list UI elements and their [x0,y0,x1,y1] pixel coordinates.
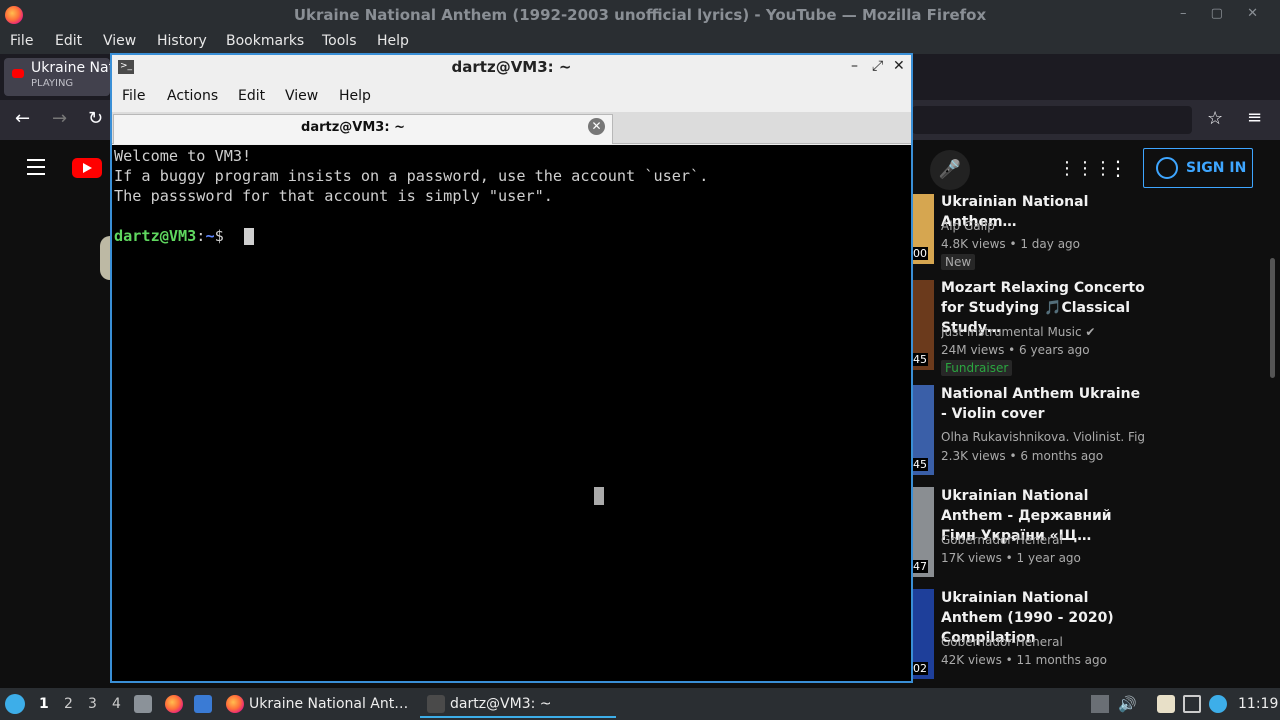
terminal-screen[interactable] [112,145,911,681]
tab-title: Ukraine National Anthem [31,60,111,76]
more-options-icon[interactable]: ⋮ [1108,156,1128,180]
app-menu-icon[interactable]: ≡ [1247,107,1262,128]
video-meta: 24M views • 6 years ago [941,343,1090,357]
video-duration: 02 [912,662,928,675]
terminal-prompt: dartz@VM3:~$ [114,227,224,245]
video-channel[interactable]: Gobernador-Heneral [941,533,1146,547]
workspace-1[interactable]: 1 [39,696,49,712]
workspace-4[interactable]: 4 [112,696,121,712]
firefox-launcher-icon[interactable] [165,695,183,713]
notification-icon[interactable] [1209,695,1227,713]
video-duration: 47 [912,560,928,573]
menu-bookmarks[interactable]: Bookmarks [226,33,304,49]
menu-file[interactable]: File [10,33,33,49]
close-icon[interactable]: ✕ [893,58,905,74]
video-title[interactable]: National Anthem Ukraine - Violin cover [941,384,1146,424]
terminal-title: dartz@VM3: ~ [451,58,572,76]
url-bar[interactable] [912,106,1192,134]
terminal-output-line: The passsword for that account is simply… [114,187,553,205]
menu-history[interactable]: History [157,33,207,49]
video-channel[interactable]: Alp Galip [941,219,1146,233]
taskbar [0,688,1280,720]
tab-playing-status: PLAYING [31,78,74,89]
task-firefox[interactable]: Ukraine National Ant… [249,690,409,718]
terminal-menu-edit[interactable]: Edit [238,88,265,104]
back-icon[interactable]: ← [15,108,30,129]
task-terminal[interactable]: dartz@VM3: ~ [420,690,616,718]
mouse-ibeam-cursor-icon [594,487,604,505]
reload-icon[interactable]: ↻ [88,108,103,129]
video-thumbnail-edge [100,236,110,280]
video-meta: 4.8K views • 1 day ago [941,237,1081,251]
prompt-user-host: dartz@VM3 [114,227,197,245]
menu-bar: File Edit View History Bookmarks Tools H… [0,30,1280,54]
video-meta: 2.3K views • 6 months ago [941,449,1104,463]
tray-expand-icon[interactable] [1091,695,1109,713]
terminal-menu-view[interactable]: View [285,88,318,104]
desktop-icon[interactable] [194,695,212,713]
file-manager-icon[interactable] [134,695,152,713]
account-icon [1156,157,1178,179]
terminal-menu-actions[interactable]: Actions [167,88,218,104]
hamburger-menu-icon[interactable] [27,159,45,180]
bookmark-star-icon[interactable]: ☆ [1207,108,1223,129]
firefox-task-icon [226,695,244,713]
video-channel[interactable]: Just Instrumental Music ✔ [941,325,1146,339]
prompt-symbol: $ [214,227,224,245]
terminal-menubar [112,82,911,112]
video-meta: 42K views • 11 months ago [941,653,1107,667]
video-duration: 45 [912,353,928,366]
video-channel[interactable]: Olha Rukavishnikova. Violinist. Fight… [941,430,1146,444]
maximize-icon[interactable]: ⤢ [872,58,883,74]
tab-close-icon[interactable]: ✕ [588,118,605,135]
apps-grid-icon[interactable]: ⋮⋮⋮ [1058,158,1112,179]
terminal-output-line: Welcome to VM3! [114,147,252,165]
youtube-favicon-icon [12,69,24,78]
minimize-icon[interactable]: – [851,58,858,74]
youtube-logo-icon[interactable] [72,158,102,178]
new-badge: New [941,254,976,270]
network-icon[interactable] [1183,695,1201,713]
prompt-path: ~ [205,227,215,245]
menu-tools[interactable]: Tools [322,33,357,49]
terminal-output-line: If a buggy program insists on a password… [114,167,709,185]
clipboard-icon[interactable] [1157,695,1175,713]
workspace-2[interactable]: 2 [64,696,73,712]
clock[interactable]: 11:19 [1238,696,1278,712]
text-cursor [244,228,254,245]
menu-help[interactable]: Help [377,33,409,49]
video-duration: 45 [912,458,928,471]
workspace-3[interactable]: 3 [88,696,97,712]
menu-view[interactable]: View [103,33,136,49]
menu-edit[interactable]: Edit [55,33,82,49]
page-scrollbar[interactable] [1270,258,1275,378]
volume-icon[interactable]: 🔊 [1118,695,1137,713]
microphone-icon[interactable]: 🎤 [930,150,970,190]
terminal-tab-label: dartz@VM3: ~ [301,120,405,135]
window-title: Ukraine National Anthem (1992-2003 unoff… [0,0,1280,30]
window-controls[interactable]: – ▢ ✕ [1180,6,1268,21]
start-menu-icon[interactable] [5,694,25,714]
video-channel[interactable]: Gobernador-Heneral [941,635,1146,649]
forward-icon[interactable]: → [52,108,67,129]
terminal-menu-file[interactable]: File [122,88,145,104]
terminal-menu-help[interactable]: Help [339,88,371,104]
firefox-icon [5,6,23,24]
fundraiser-badge: Fundraiser [941,360,1013,376]
video-meta: 17K views • 1 year ago [941,551,1081,565]
video-duration: 00 [912,247,928,260]
